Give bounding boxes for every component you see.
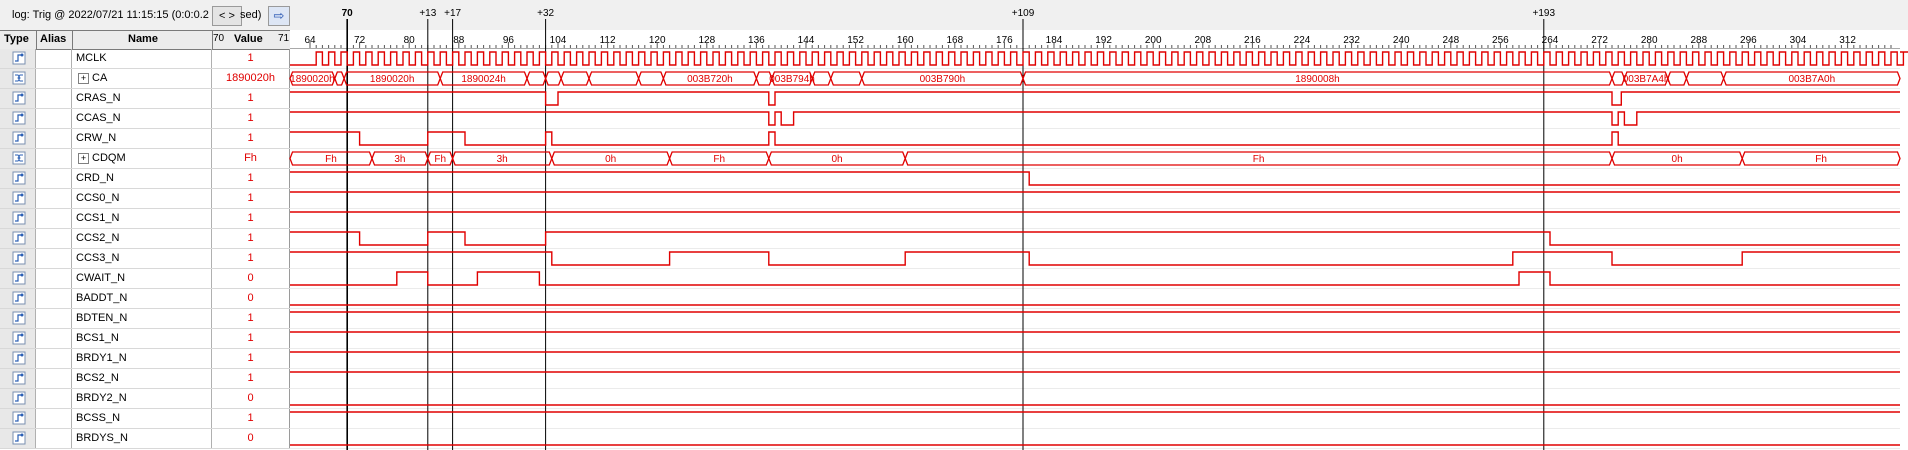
cursor-label: +32 (537, 8, 554, 19)
cdqm-bus-label: Fh (1253, 154, 1265, 165)
cdqm-bus-label: 0h (831, 154, 842, 165)
ca-bus (637, 71, 665, 86)
ccs2-n-wave (290, 231, 1900, 246)
ca-bus (811, 71, 832, 86)
cdqm-bus-label: Fh (1815, 154, 1827, 165)
waveform-view[interactable]: 64 72 80 88 96 104 112 120 128 136 144 152 160 168 176… (0, 0, 1908, 450)
ca-bus-label: 1890024h (461, 74, 506, 85)
crd-n-wave (290, 171, 1900, 186)
cdqm-bus-label: 3h (497, 154, 508, 165)
ca-bus (544, 71, 562, 86)
ccas-n-wave (290, 111, 1900, 126)
ca-bus-label: 003B7A4h (1623, 74, 1670, 85)
cursor-label: +17 (444, 8, 461, 19)
crw-n-wave (290, 131, 1900, 146)
cursor-label: +193 (1533, 8, 1556, 19)
ca-bus-label: 003B794h (769, 74, 815, 85)
cursor-label: +109 (1012, 8, 1035, 19)
cdqm-bus-label: Fh (434, 154, 446, 165)
ca-bus-label: 1890020h (290, 74, 335, 85)
ca-bus-label: 1890020h (370, 74, 415, 85)
ca-bus (560, 71, 590, 86)
cdqm-bus-label: 3h (394, 154, 405, 165)
cdqm-bus-label: 0h (605, 154, 616, 165)
ca-bus-label: 003B7A0h (1788, 74, 1835, 85)
cdqm-bus-label: Fh (325, 154, 337, 165)
ca-bus (830, 71, 863, 86)
ca-bus (334, 71, 345, 86)
cdqm-bus-label: Fh (713, 154, 725, 165)
cursor-label: +13 (419, 8, 436, 19)
ca-bus (588, 71, 640, 86)
cursor-label: 70 (342, 8, 354, 19)
cwait-n-wave (290, 271, 1900, 286)
ca-bus-label: 1890008h (1295, 74, 1340, 85)
logic-analyzer-window: log: Trig @ 2022/07/21 11:15:15 (0:0:0.2… (0, 0, 1908, 450)
ca-bus (1667, 71, 1688, 86)
mclk-wave (290, 51, 1908, 66)
cras-n-wave (290, 91, 1900, 106)
ca-bus-label: 003B720h (687, 74, 733, 85)
ccs3-n-wave (290, 251, 1900, 266)
ca-bus (526, 71, 547, 86)
ca-bus-label: 003B790h (920, 74, 966, 85)
cdqm-bus-label: 0h (1672, 154, 1683, 165)
ca-bus (1685, 71, 1725, 86)
